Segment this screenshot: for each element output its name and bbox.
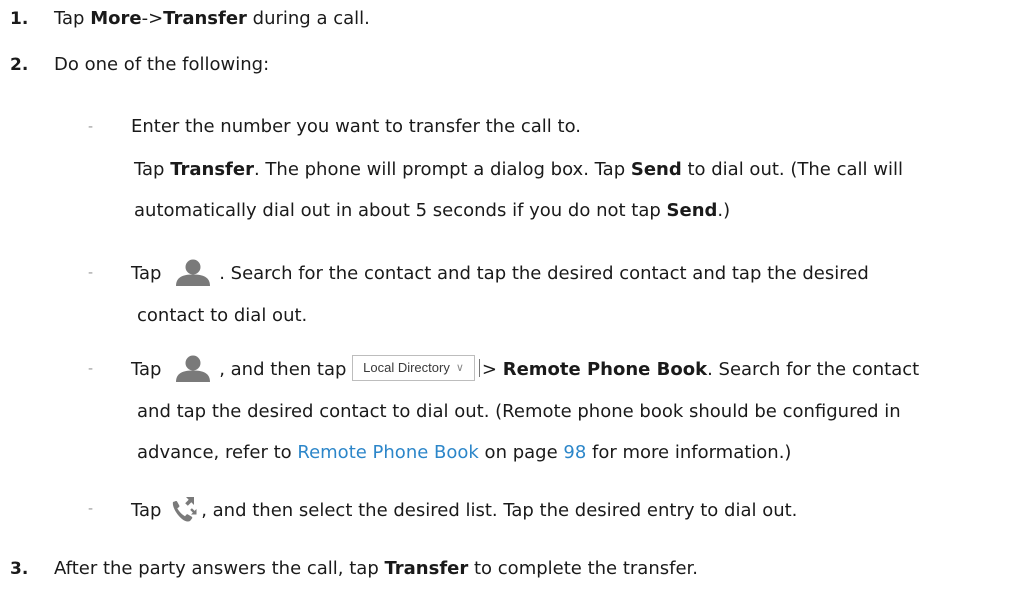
page-98-link[interactable]: 98	[563, 442, 586, 463]
bullet-dash: -	[88, 119, 94, 135]
bold-transfer: Transfer	[384, 558, 469, 579]
text: to complete the transfer.	[468, 558, 698, 579]
call-history-icon	[169, 494, 199, 524]
contact-person-icon	[171, 258, 215, 286]
text: , and then tap	[219, 359, 353, 380]
remote-phone-book-link[interactable]: Remote Phone Book	[297, 442, 478, 463]
step-number: 1.	[10, 9, 29, 29]
contact-person-icon	[171, 354, 215, 382]
bold-transfer: Transfer	[170, 159, 254, 180]
option-text: Tap , and then tap Local Directory ∨ > Rem…	[131, 354, 920, 384]
text: advance, refer to	[137, 442, 298, 463]
bold-send: Send	[666, 200, 718, 221]
step-number: 3.	[10, 559, 29, 579]
text: during a call.	[246, 8, 370, 29]
bullet-dash: -	[88, 361, 94, 377]
option-text: and tap the desired contact to dial out.…	[137, 401, 901, 422]
bullet-dash: -	[88, 265, 94, 281]
bold-transfer: Transfer	[163, 8, 247, 29]
option-text: Tap . Search for the contact and tap the…	[131, 258, 869, 288]
text: Tap	[131, 263, 168, 284]
text: . Search for the contact	[707, 359, 920, 380]
bold-remote-phone-book: Remote Phone Book	[502, 359, 708, 380]
chevron-down-icon: ∨	[455, 362, 464, 374]
option-text: contact to dial out.	[137, 305, 308, 326]
option-text: advance, refer to Remote Phone Book on p…	[137, 440, 791, 466]
text: . The phone will prompt a dialog box. Ta…	[253, 159, 631, 180]
text: automatically dial out in about 5 second…	[134, 200, 667, 221]
text: >	[481, 359, 503, 380]
bullet-dash: -	[88, 501, 94, 517]
text: After the party answers the call, tap	[54, 558, 385, 579]
text: Tap	[131, 359, 168, 380]
option-text: Tap Transfer. The phone will prompt a di…	[134, 157, 903, 183]
step-number: 2.	[10, 55, 29, 75]
step-text: Do one of the following:	[54, 54, 270, 75]
separator	[478, 359, 480, 377]
text: to dial out. (The call will	[681, 159, 903, 180]
text: Tap	[54, 8, 91, 29]
local-directory-dropdown: Local Directory ∨	[352, 355, 475, 381]
text: , and then select the desired list. Tap …	[201, 500, 798, 521]
text: Tap	[131, 500, 168, 521]
option-text: Enter the number you want to transfer th…	[131, 116, 581, 137]
option-text: Tap , and then select the desired list. …	[131, 496, 797, 526]
bold-more: More	[90, 8, 142, 29]
step-text: After the party answers the call, tap Tr…	[54, 556, 698, 582]
text: for more information.)	[586, 442, 792, 463]
option-text: automatically dial out in about 5 second…	[134, 198, 730, 224]
text: . Search for the contact and tap the des…	[219, 263, 869, 284]
step-text: Tap More->Transfer during a call.	[54, 6, 370, 32]
text: ->	[141, 8, 164, 29]
bold-send: Send	[630, 159, 682, 180]
text: Tap	[134, 159, 171, 180]
dropdown-label: Local Directory	[363, 360, 450, 375]
text: on page	[478, 442, 564, 463]
text: .)	[717, 200, 731, 221]
